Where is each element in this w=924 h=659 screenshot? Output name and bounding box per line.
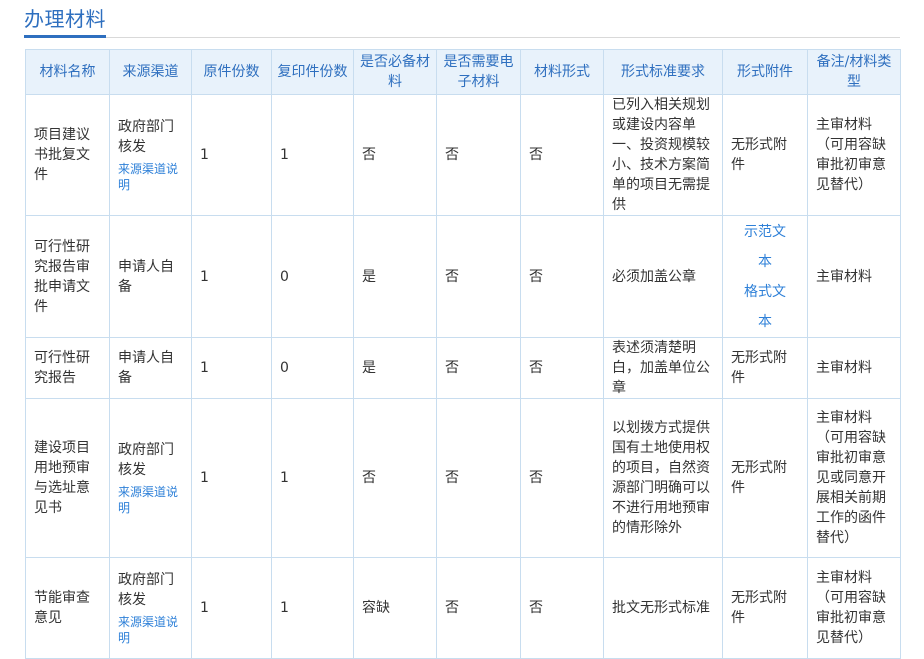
header-source: 来源渠道 (109, 49, 192, 95)
original-count: 1 (191, 215, 272, 338)
materials-table: 材料名称 来源渠道 原件份数 复印件份数 是否必备材料 是否需要电子材料 材料形… (25, 49, 901, 659)
source-text: 申请人自备 (118, 350, 174, 386)
form-attachment: 示范文本 格式文本 (722, 215, 808, 338)
material-name: 项目建议书批复文件 (25, 94, 110, 216)
form-attachment: 无形式附件 (722, 94, 808, 216)
source-text: 政府部门核发 (118, 442, 174, 478)
header-form-standard: 形式标准要求 (603, 49, 723, 95)
section-title: 办理材料 (24, 7, 106, 31)
material-name: 可行性研究报告 (25, 337, 110, 399)
form-standard: 已列入相关规划或建设内容单一、投资规模较小、技术方案简单的项目无需提供 (603, 94, 723, 216)
section-title-underline (24, 35, 106, 38)
form-attachment: 无形式附件 (722, 557, 808, 659)
source-note-link[interactable]: 来源渠道说明 (118, 484, 183, 516)
header-original-count: 原件份数 (191, 49, 272, 95)
source-cell: 申请人自备 (109, 215, 192, 338)
header-required: 是否必备材料 (353, 49, 437, 95)
remark: 主审材料（可用容缺审批初审意见替代） (807, 94, 901, 216)
material-form: 否 (520, 398, 604, 558)
header-electronic: 是否需要电子材料 (436, 49, 521, 95)
remark: 主审材料（可用容缺审批初审意见替代） (807, 557, 901, 659)
source-text: 申请人自备 (118, 258, 174, 295)
material-form: 否 (520, 337, 604, 399)
table-row: 可行性研究报告审批申请文件 申请人自备 1 0 是 否 否 必须加盖公章 示范文… (25, 215, 901, 338)
form-standard: 必须加盖公章 (603, 215, 723, 338)
electronic-flag: 否 (436, 94, 521, 216)
copy-count: 1 (271, 94, 354, 216)
material-form: 否 (520, 94, 604, 216)
table-row: 项目建议书批复文件 政府部门核发 来源渠道说明 1 1 否 否 否 已列入相关规… (25, 94, 901, 216)
header-material-form: 材料形式 (520, 49, 604, 95)
table-row: 节能审查意见 政府部门核发 来源渠道说明 1 1 容缺 否 否 批文无形式标准 … (25, 557, 901, 659)
form-standard: 以划拨方式提供国有土地使用权的项目，自然资源部门明确可以不进行用地预审的情形除外 (603, 398, 723, 558)
electronic-flag: 否 (436, 398, 521, 558)
source-cell: 政府部门核发 来源渠道说明 (109, 398, 192, 558)
required-flag: 是 (353, 337, 437, 399)
required-flag: 容缺 (353, 557, 437, 659)
sample-document-link[interactable]: 示范文本 (731, 217, 799, 277)
electronic-flag: 否 (436, 557, 521, 659)
remark: 主审材料 (807, 337, 901, 399)
source-text: 政府部门核发 (118, 119, 174, 155)
table-header-row: 材料名称 来源渠道 原件份数 复印件份数 是否必备材料 是否需要电子材料 材料形… (25, 49, 901, 95)
form-attachment: 无形式附件 (722, 337, 808, 399)
material-name: 可行性研究报告审批申请文件 (25, 215, 110, 338)
form-attachment: 无形式附件 (722, 398, 808, 558)
copy-count: 1 (271, 398, 354, 558)
required-flag: 否 (353, 398, 437, 558)
original-count: 1 (191, 398, 272, 558)
original-count: 1 (191, 94, 272, 216)
electronic-flag: 否 (436, 215, 521, 338)
header-form-attachment: 形式附件 (722, 49, 808, 95)
template-document-link[interactable]: 格式文本 (731, 277, 799, 337)
material-name: 建设项目用地预审与选址意见书 (25, 398, 110, 558)
header-remark: 备注/材料类型 (807, 49, 901, 95)
table-row: 建设项目用地预审与选址意见书 政府部门核发 来源渠道说明 1 1 否 否 否 以… (25, 398, 901, 558)
form-standard: 表述须清楚明白，加盖单位公章 (603, 337, 723, 399)
copy-count: 1 (271, 557, 354, 659)
source-text: 政府部门核发 (118, 572, 174, 608)
source-note-link[interactable]: 来源渠道说明 (118, 614, 183, 646)
material-name: 节能审查意见 (25, 557, 110, 659)
electronic-flag: 否 (436, 337, 521, 399)
copy-count: 0 (271, 215, 354, 338)
original-count: 1 (191, 557, 272, 659)
header-copy-count: 复印件份数 (271, 49, 354, 95)
remark: 主审材料（可用容缺审批初审意见或同意开展相关前期工作的函件替代） (807, 398, 901, 558)
source-cell: 政府部门核发 来源渠道说明 (109, 94, 192, 216)
required-flag: 否 (353, 94, 437, 216)
material-form: 否 (520, 215, 604, 338)
copy-count: 0 (271, 337, 354, 399)
table-row: 可行性研究报告 申请人自备 1 0 是 否 否 表述须清楚明白，加盖单位公章 无… (25, 337, 901, 399)
header-material-name: 材料名称 (25, 49, 110, 95)
material-form: 否 (520, 557, 604, 659)
required-flag: 是 (353, 215, 437, 338)
original-count: 1 (191, 337, 272, 399)
section-divider (24, 37, 900, 38)
remark: 主审材料 (807, 215, 901, 338)
source-cell: 政府部门核发 来源渠道说明 (109, 557, 192, 659)
form-standard: 批文无形式标准 (603, 557, 723, 659)
source-cell: 申请人自备 (109, 337, 192, 399)
source-note-link[interactable]: 来源渠道说明 (118, 161, 183, 193)
